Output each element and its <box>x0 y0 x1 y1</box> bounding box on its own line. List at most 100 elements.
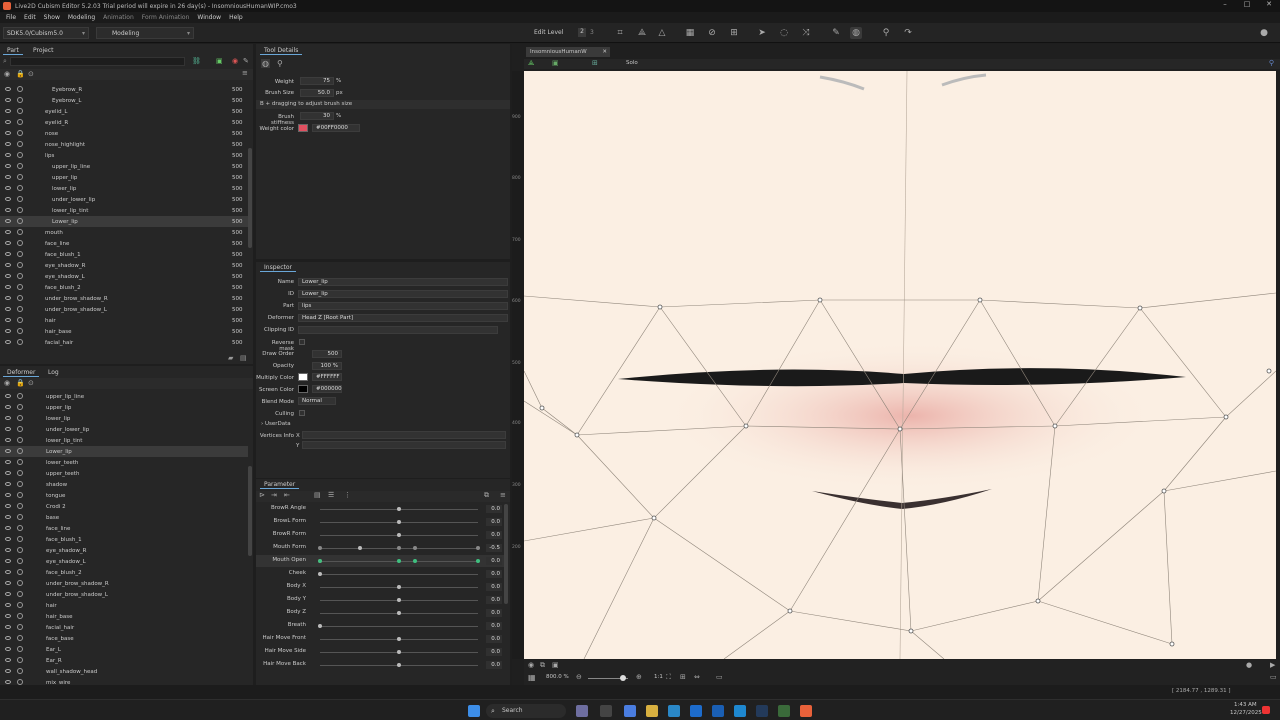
deformer-row[interactable]: eye_shadow_L <box>0 556 248 567</box>
deformer-row[interactable]: under_brow_shadow_R <box>0 578 248 589</box>
auto-mesh-icon[interactable]: ⟁ <box>636 27 648 39</box>
part-row[interactable]: lips 500 <box>0 150 248 161</box>
visibility-eye-icon[interactable] <box>5 504 11 508</box>
part-search-input[interactable] <box>10 57 185 66</box>
deformer-row[interactable]: base <box>0 512 248 523</box>
lock-icon[interactable] <box>17 613 23 619</box>
visibility-eye-icon[interactable] <box>5 636 11 640</box>
menu-modeling[interactable]: Modeling <box>68 14 95 21</box>
visibility-eye-icon[interactable] <box>5 526 11 530</box>
lock-icon[interactable] <box>17 339 23 345</box>
copy-icon[interactable]: ⧉ <box>484 491 489 500</box>
visibility-eye-icon[interactable] <box>5 98 11 102</box>
visibility-eye-icon[interactable] <box>5 515 11 519</box>
parameter-scrollbar[interactable] <box>504 504 508 604</box>
visibility-eye-icon[interactable] <box>5 274 11 278</box>
lock-icon[interactable] <box>17 602 23 608</box>
deformer-row[interactable]: lower_teeth <box>0 457 248 468</box>
copilot-icon[interactable] <box>624 705 636 717</box>
fit-screen-icon[interactable]: ⛶ <box>666 673 671 682</box>
lock-icon[interactable] <box>17 119 23 125</box>
menu-edit[interactable]: Edit <box>24 14 36 21</box>
lock-icon[interactable] <box>17 130 23 136</box>
parameter-thumb[interactable] <box>318 572 322 576</box>
part-row[interactable]: face_blush_2 500 <box>0 282 248 293</box>
key-point-icon[interactable] <box>476 546 480 550</box>
lock-icon[interactable] <box>17 437 23 443</box>
outlook-icon[interactable] <box>712 705 724 717</box>
visibility-eye-icon[interactable] <box>5 186 11 190</box>
parameter-row[interactable]: Body X 0.0 <box>256 581 504 593</box>
deformer-icon[interactable]: ⊘ <box>706 27 718 39</box>
deformer-row[interactable]: under_lower_lip <box>0 424 248 435</box>
lock-icon[interactable] <box>17 470 23 476</box>
visibility-eye-icon[interactable] <box>5 263 11 267</box>
lock-icon[interactable] <box>17 97 23 103</box>
part-row[interactable]: under_brow_shadow_L 500 <box>0 304 248 315</box>
key-point-icon[interactable] <box>412 546 417 550</box>
store-icon[interactable] <box>690 705 702 717</box>
lock-icon[interactable] <box>17 306 23 312</box>
eye-header-icon[interactable]: ◉ <box>4 70 10 78</box>
glue-icon[interactable]: ⊞ <box>728 27 740 39</box>
lock-icon[interactable] <box>17 404 23 410</box>
visibility-eye-icon[interactable] <box>5 493 11 497</box>
mode-select[interactable]: Modeling ▾ <box>96 27 194 39</box>
visibility-eye-icon[interactable] <box>5 252 11 256</box>
brush-tool-icon[interactable]: ✎ <box>830 27 842 39</box>
folder-icon[interactable]: ▰ <box>228 354 233 362</box>
weight-input[interactable]: 75 <box>300 77 334 85</box>
filter-icon[interactable]: ⊙ <box>28 70 34 78</box>
parameter-value[interactable]: 0.0 <box>486 609 502 617</box>
edit-level-2[interactable]: 3 <box>590 29 594 36</box>
deformer-row[interactable]: upper_lip_line <box>0 391 248 402</box>
visibility-eye-icon[interactable] <box>5 318 11 322</box>
part-select[interactable]: lips <box>298 302 508 310</box>
lock-icon[interactable] <box>17 525 23 531</box>
stiffness-input[interactable]: 30 <box>300 112 334 120</box>
flip-icon[interactable]: ⇔ <box>694 673 700 681</box>
parameter-value[interactable]: 0.0 <box>486 596 502 604</box>
edit-level-1[interactable]: 2 <box>578 28 586 37</box>
lasso-tool-icon[interactable]: ◌ <box>778 27 790 39</box>
visibility-eye-icon[interactable] <box>5 537 11 541</box>
parameter-thumb[interactable] <box>318 624 322 628</box>
weight-smooth-icon[interactable]: ⚲ <box>277 59 283 68</box>
camera-icon[interactable]: ◉ <box>528 661 534 669</box>
arrow-tool-icon[interactable]: ➤ <box>756 27 768 39</box>
parameter-thumb[interactable] <box>397 663 401 667</box>
maximize-icon[interactable]: □ <box>1236 0 1258 8</box>
menu-help[interactable]: Help <box>229 14 243 21</box>
visibility-eye-icon[interactable] <box>5 570 11 574</box>
parameter-thumb[interactable] <box>397 507 401 511</box>
visibility-eye-icon[interactable] <box>5 285 11 289</box>
user-icon[interactable]: ● <box>1258 27 1270 39</box>
grid-toggle-icon[interactable]: ⊞ <box>680 673 686 681</box>
file-explorer-icon[interactable] <box>646 705 658 717</box>
close-icon[interactable]: ✕ <box>1258 0 1280 8</box>
tab-deformer[interactable]: Deformer <box>3 368 40 377</box>
visibility-eye-icon[interactable] <box>5 329 11 333</box>
lock-icon[interactable] <box>17 273 23 279</box>
lock-icon[interactable] <box>17 328 23 334</box>
part-row[interactable]: hair_base 500 <box>0 326 248 337</box>
part-row[interactable]: eyelid_L 500 <box>0 106 248 117</box>
curve-tool-icon[interactable]: ↷ <box>902 27 914 39</box>
document-tab[interactable]: InsomniousHumanW ✕ <box>526 47 610 57</box>
deformer-select[interactable]: Head Z [Root Part] <box>298 314 508 322</box>
multiply-color-input[interactable]: #FFFFFF <box>312 373 342 381</box>
key-point-icon[interactable] <box>412 559 417 563</box>
transform-tool-icon[interactable]: ⤨ <box>800 27 812 39</box>
part-row[interactable]: lower_lip 500 <box>0 183 248 194</box>
notification-icon[interactable] <box>1262 706 1270 714</box>
parameter-value[interactable]: 0.0 <box>486 648 502 656</box>
lock-icon[interactable] <box>17 569 23 575</box>
weight-color-input[interactable]: #00FF0000 <box>312 124 360 132</box>
zoom-slider-thumb[interactable] <box>620 675 626 681</box>
key-point-icon[interactable] <box>318 546 322 550</box>
parameter-thumb[interactable] <box>397 520 401 524</box>
parameter-row[interactable]: Hair Move Side 0.0 <box>256 646 504 658</box>
lock-icon[interactable] <box>17 86 23 92</box>
lock-icon[interactable] <box>17 317 23 323</box>
lock-icon[interactable] <box>17 415 23 421</box>
